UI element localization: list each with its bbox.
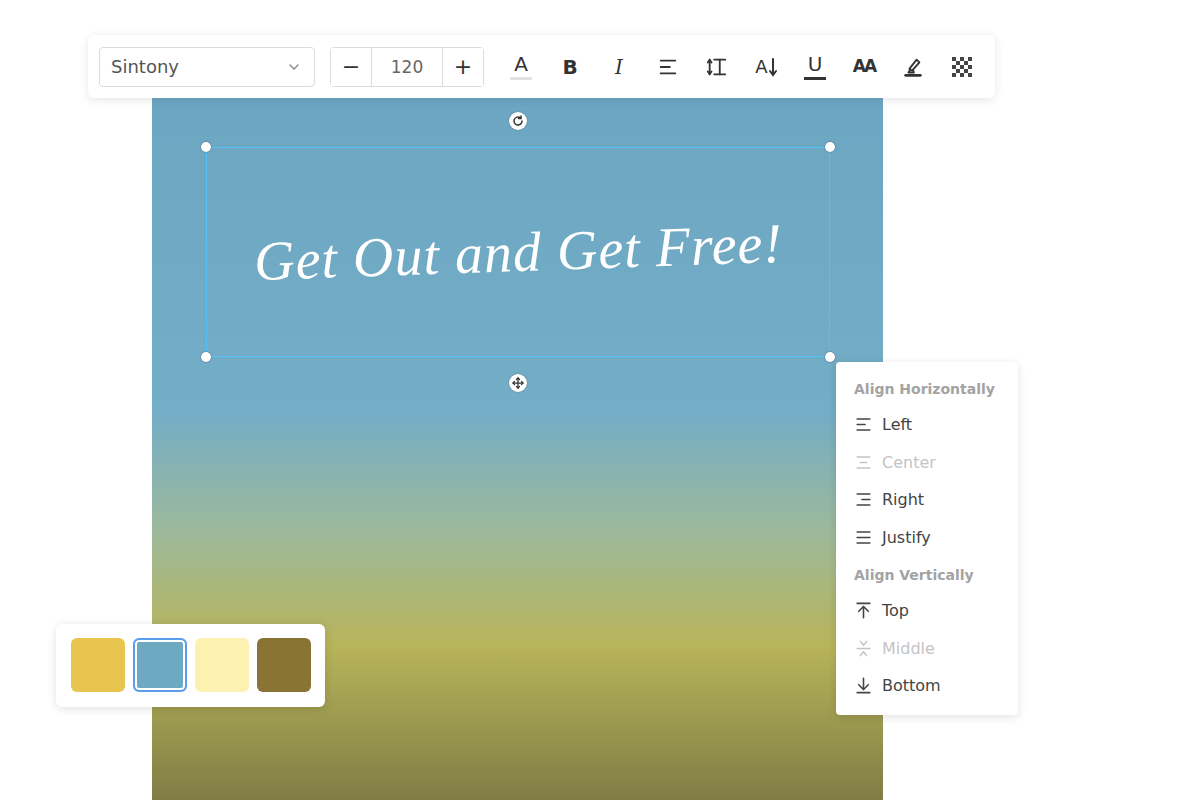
menu-item-label: Right (882, 490, 924, 509)
menu-item-label: Left (882, 415, 912, 434)
rotate-icon (512, 115, 524, 127)
line-height-icon (706, 56, 728, 78)
italic-glyph: I (615, 57, 623, 77)
italic-button[interactable]: I (601, 49, 637, 85)
underline-button[interactable]: U (797, 49, 833, 85)
color-swatch[interactable] (195, 638, 249, 692)
align-button[interactable] (650, 49, 686, 85)
color-bar (510, 77, 532, 80)
increment-button[interactable]: + (443, 48, 483, 86)
chevron-down-icon (286, 59, 302, 75)
resize-handle[interactable] (825, 352, 835, 362)
menu-item[interactable]: Bottom (854, 667, 1018, 705)
text-box[interactable]: Get Out and Get Free! (206, 147, 830, 357)
move-icon (512, 377, 524, 389)
align-justify-icon (854, 528, 873, 547)
menu-item-label: Top (882, 601, 909, 620)
menu-header: Align Horizontally (854, 378, 1018, 400)
highlighter-icon (902, 56, 924, 78)
spacing-button[interactable]: A (748, 49, 784, 85)
font-select[interactable]: Sintony (99, 47, 315, 87)
menu-header: Align Vertically (854, 564, 1018, 586)
case-glyph: AA (853, 58, 875, 75)
resize-handle[interactable] (825, 142, 835, 152)
menu-item[interactable]: Right (854, 481, 1018, 519)
color-palette (56, 624, 325, 707)
color-swatch[interactable] (71, 638, 125, 692)
decrement-button[interactable]: − (331, 48, 371, 86)
align-bottom-icon (854, 676, 873, 695)
highlight-button[interactable] (895, 49, 931, 85)
resize-handle[interactable] (201, 352, 211, 362)
opacity-button[interactable] (944, 49, 980, 85)
lineheight-button[interactable] (699, 49, 735, 85)
color-swatch[interactable] (257, 638, 311, 692)
spacing-glyph: A (755, 58, 767, 76)
transparency-icon (952, 57, 972, 77)
case-button[interactable]: AA (846, 49, 882, 85)
underline-bar (804, 77, 826, 80)
bold-button[interactable]: B (552, 49, 588, 85)
bold-glyph: B (562, 57, 577, 77)
align-middle-icon (854, 639, 873, 658)
menu-item-label: Bottom (882, 676, 941, 695)
spacing-arrow-icon (769, 57, 777, 77)
menu-item[interactable]: Left (854, 406, 1018, 444)
align-menu: Align Horizontally Left Center Right Justify… (836, 362, 1018, 715)
menu-item: Center (854, 444, 1018, 482)
menu-item-label: Justify (882, 528, 931, 547)
font-name: Sintony (111, 56, 179, 77)
move-handle[interactable] (509, 374, 527, 392)
align-top-icon (854, 601, 873, 620)
align-left-icon (854, 415, 873, 434)
text-toolbar: Sintony −120+ A B I A U AA (88, 35, 995, 98)
align-center-icon (854, 453, 873, 472)
color-swatch[interactable] (133, 638, 187, 692)
align-left-icon (657, 56, 679, 78)
font-size-value[interactable]: 120 (371, 48, 443, 86)
font-size-stepper: −120+ (330, 47, 484, 87)
menu-item-label: Middle (882, 639, 935, 658)
text-color-glyph: A (514, 54, 528, 74)
tool-group: A B I A U AA (503, 49, 980, 85)
menu-item[interactable]: Justify (854, 519, 1018, 557)
menu-section: Align Vertically Top Middle Bottom (854, 564, 1018, 705)
color-button[interactable]: A (503, 49, 539, 85)
rotate-handle[interactable] (509, 112, 527, 130)
menu-item: Middle (854, 630, 1018, 668)
editor-page: Sintony −120+ A B I A U AA Get Out and Get Free!… (0, 0, 1200, 800)
menu-section: Align Horizontally Left Center Right Justify (854, 378, 1018, 556)
canvas-text[interactable]: Get Out and Get Free! (253, 211, 784, 293)
menu-item[interactable]: Top (854, 592, 1018, 630)
align-right-icon (854, 490, 873, 509)
resize-handle[interactable] (201, 142, 211, 152)
underline-glyph: U (808, 54, 823, 74)
spacing-glyph-row: A (755, 57, 776, 77)
menu-item-label: Center (882, 453, 936, 472)
